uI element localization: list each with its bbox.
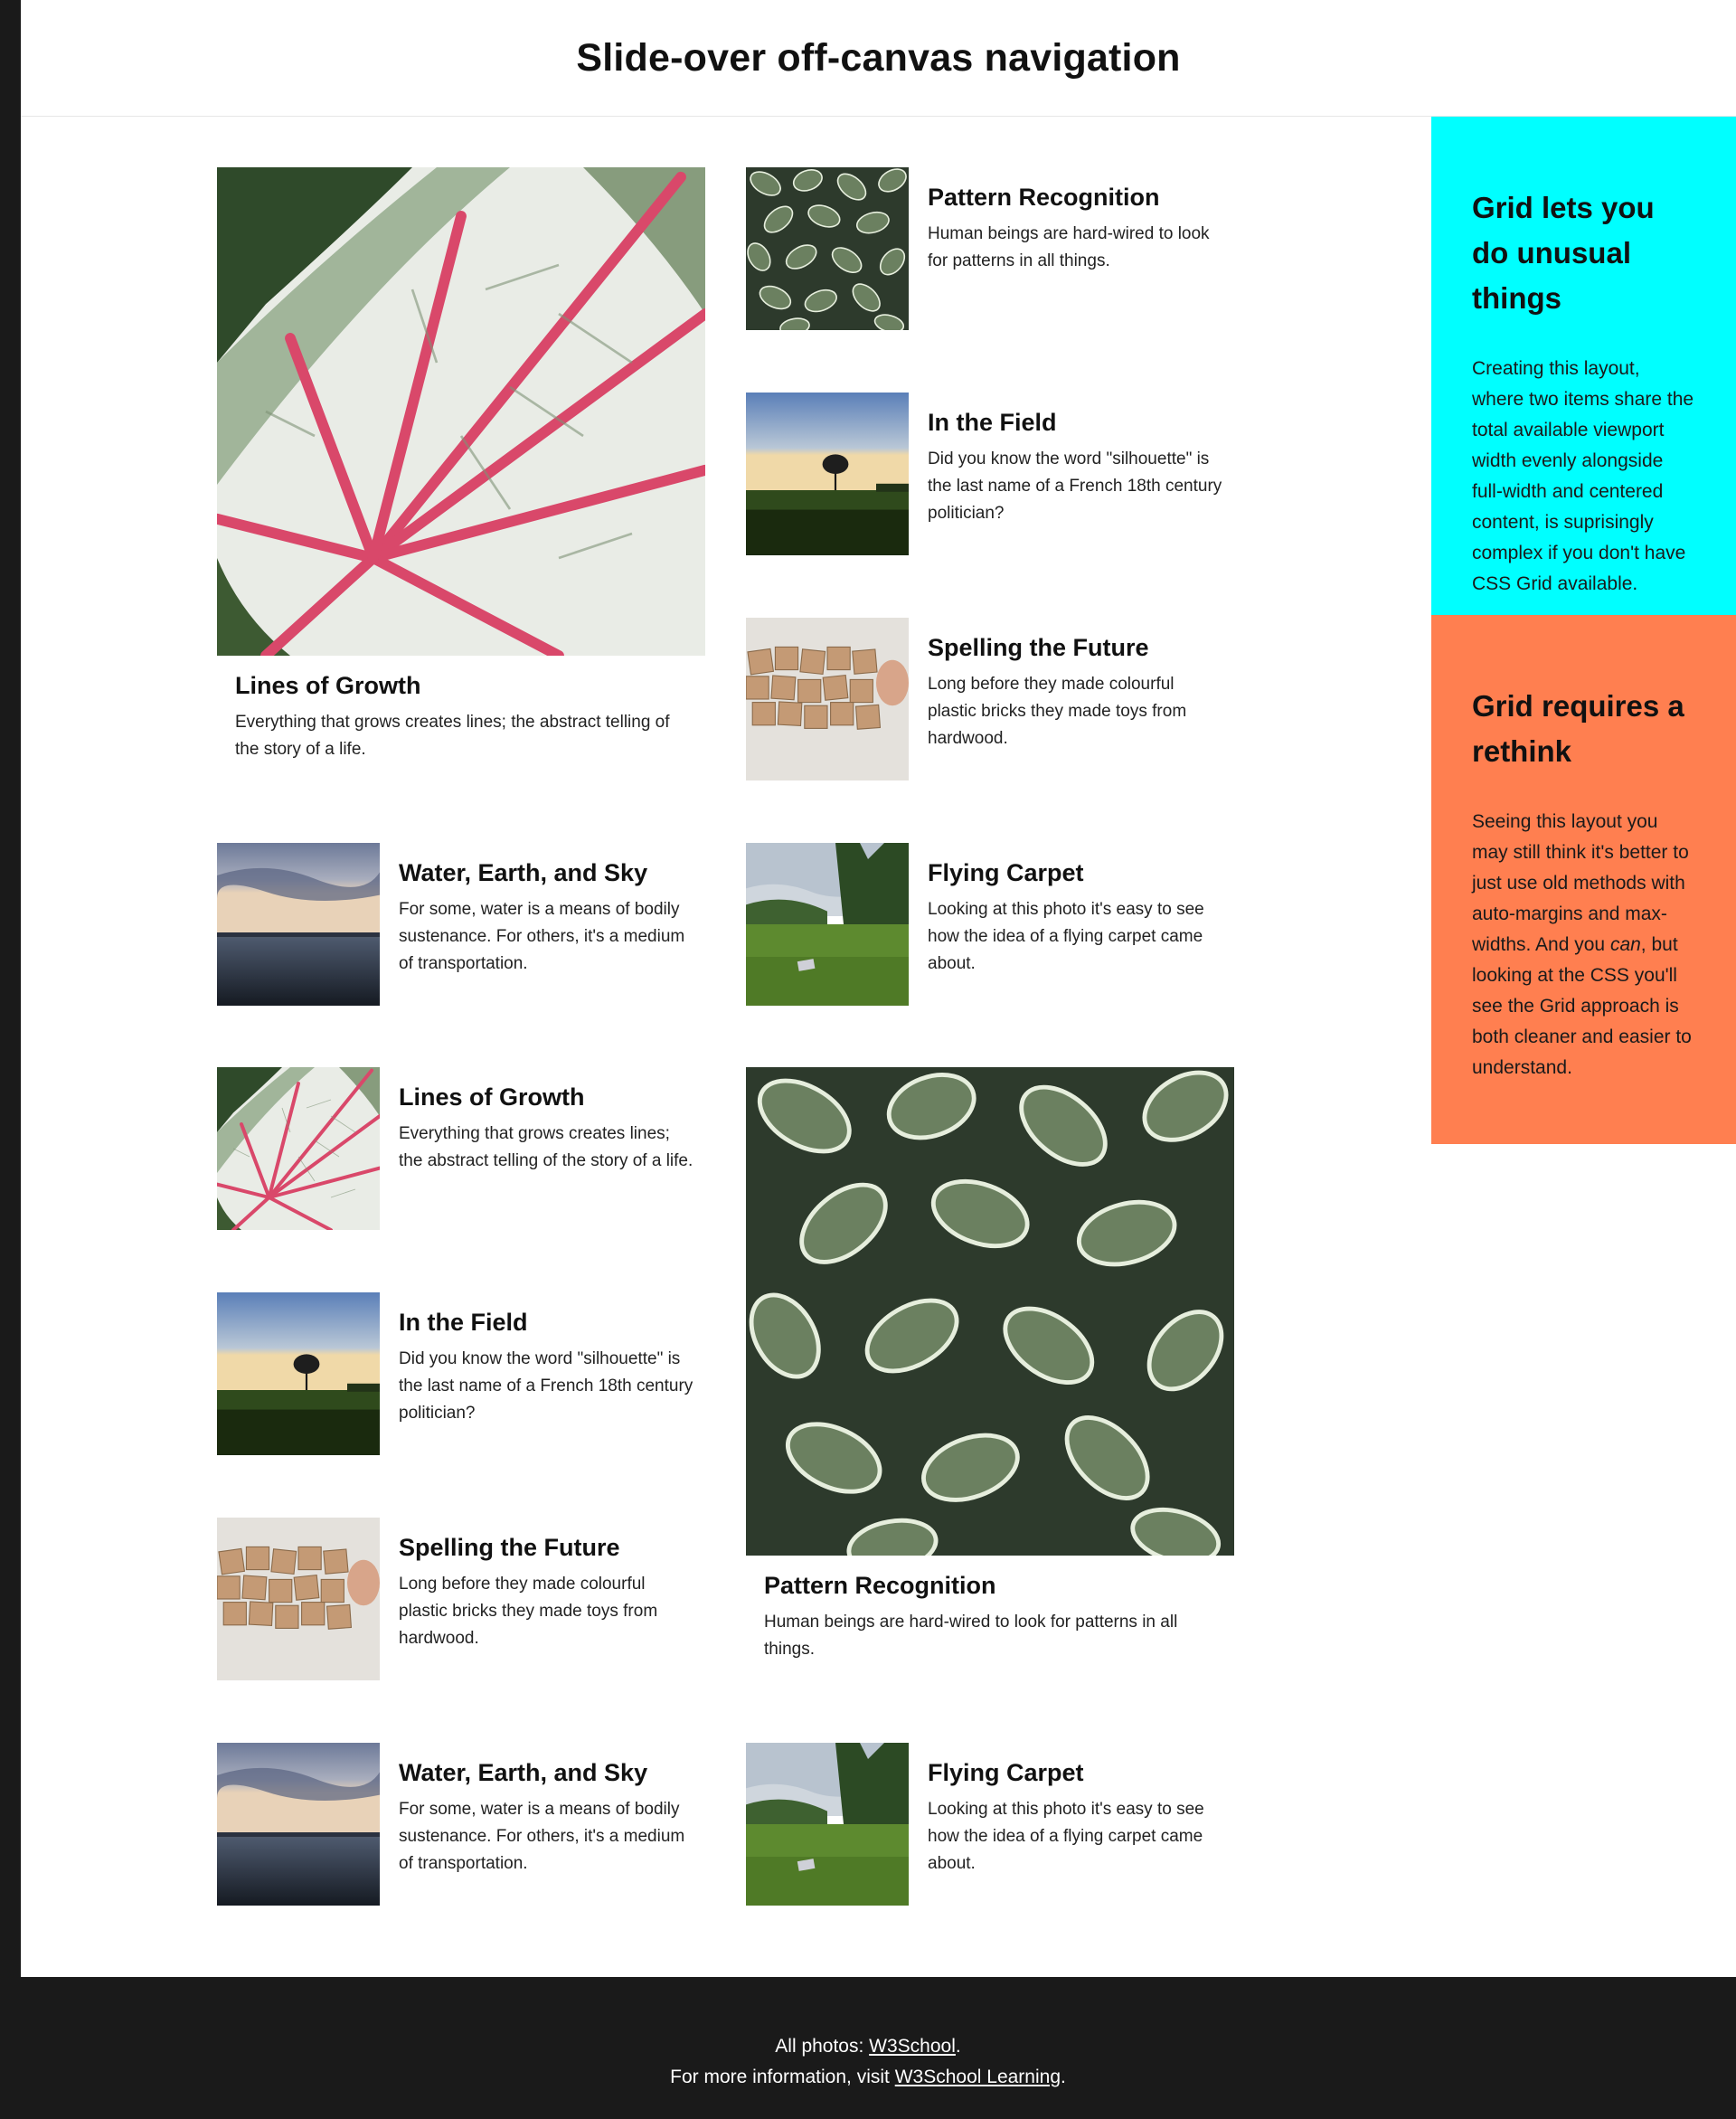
card-title: Pattern Recognition [928,184,1160,211]
aside-grid-rethink: Grid requires a rethink Seeing this layo… [1431,615,1736,1144]
w3school-learning-link[interactable]: W3School Learning [895,2067,1061,2087]
fittonia-leaves-photo [746,1067,1234,1556]
wooden-blocks-photo [746,618,909,780]
card-title: In the Field [928,409,1057,436]
tree-silhouette-photo [217,1292,380,1455]
card-text: Everything that grows creates lines; the… [399,1124,693,1171]
site-footer: All photos: W3School. For more informati… [0,1977,1736,2119]
aside-title: Grid requires a rethink [1472,689,1684,768]
caladium-leaf-photo [217,167,705,656]
card-text: Long before they made colourful plastic … [928,675,1187,749]
footer-more-info: For more information, visit W3School Lea… [670,2067,1066,2087]
card-title: In the Field [399,1309,528,1336]
aside-grid-unusual: Grid lets you do unusual things Creating… [1431,117,1736,615]
tree-silhouette-photo [746,393,909,555]
card-title: Water, Earth, and Sky [399,859,648,886]
caladium-leaf-photo [217,1067,380,1230]
card-title: Flying Carpet [928,859,1084,886]
lake-sky-photo [217,843,380,1006]
lake-sky-photo [217,1743,380,1906]
page-title: Slide-over off-canvas navigation [576,35,1181,80]
meadow-blanket-photo [746,1743,909,1906]
card-title: Spelling the Future [928,634,1149,661]
card-title: Lines of Growth [399,1083,585,1111]
card-title: Spelling the Future [399,1534,620,1561]
card-text: Looking at this photo it's easy to see h… [928,900,1204,974]
aside-emphasis: can [1609,934,1641,955]
card-text: Did you know the word "silhouette" is th… [928,449,1222,524]
w3school-link[interactable]: W3School [869,2036,956,2057]
card-text: Human beings are hard-wired to look for … [928,224,1210,271]
aside-text: Seeing this layout you may still think i… [1472,811,1692,1078]
card-text: Did you know the word "silhouette" is th… [399,1349,693,1424]
site-header: Slide-over off-canvas navigation [21,0,1736,117]
aside-title: Grid lets you do unusual things [1472,191,1655,315]
card-text: For some, water is a means of bodily sus… [399,900,685,974]
card-title: Lines of Growth [235,672,421,699]
fittonia-leaves-photo [746,167,909,330]
card-text: Human beings are hard-wired to look for … [764,1613,1178,1660]
card-title: Water, Earth, and Sky [399,1759,648,1786]
wooden-blocks-photo [217,1518,380,1680]
meadow-blanket-photo [746,843,909,1006]
card-text: Long before they made colourful plastic … [399,1575,658,1649]
card-text: For some, water is a means of bodily sus… [399,1800,685,1874]
footer-credits: All photos: W3School. [775,2036,961,2057]
card-text: Everything that grows creates lines; the… [235,713,670,760]
card-title: Flying Carpet [928,1759,1084,1786]
aside-text: Creating this layout, where two items sh… [1472,358,1694,594]
card-text: Looking at this photo it's easy to see h… [928,1800,1204,1874]
card-title: Pattern Recognition [764,1572,996,1599]
